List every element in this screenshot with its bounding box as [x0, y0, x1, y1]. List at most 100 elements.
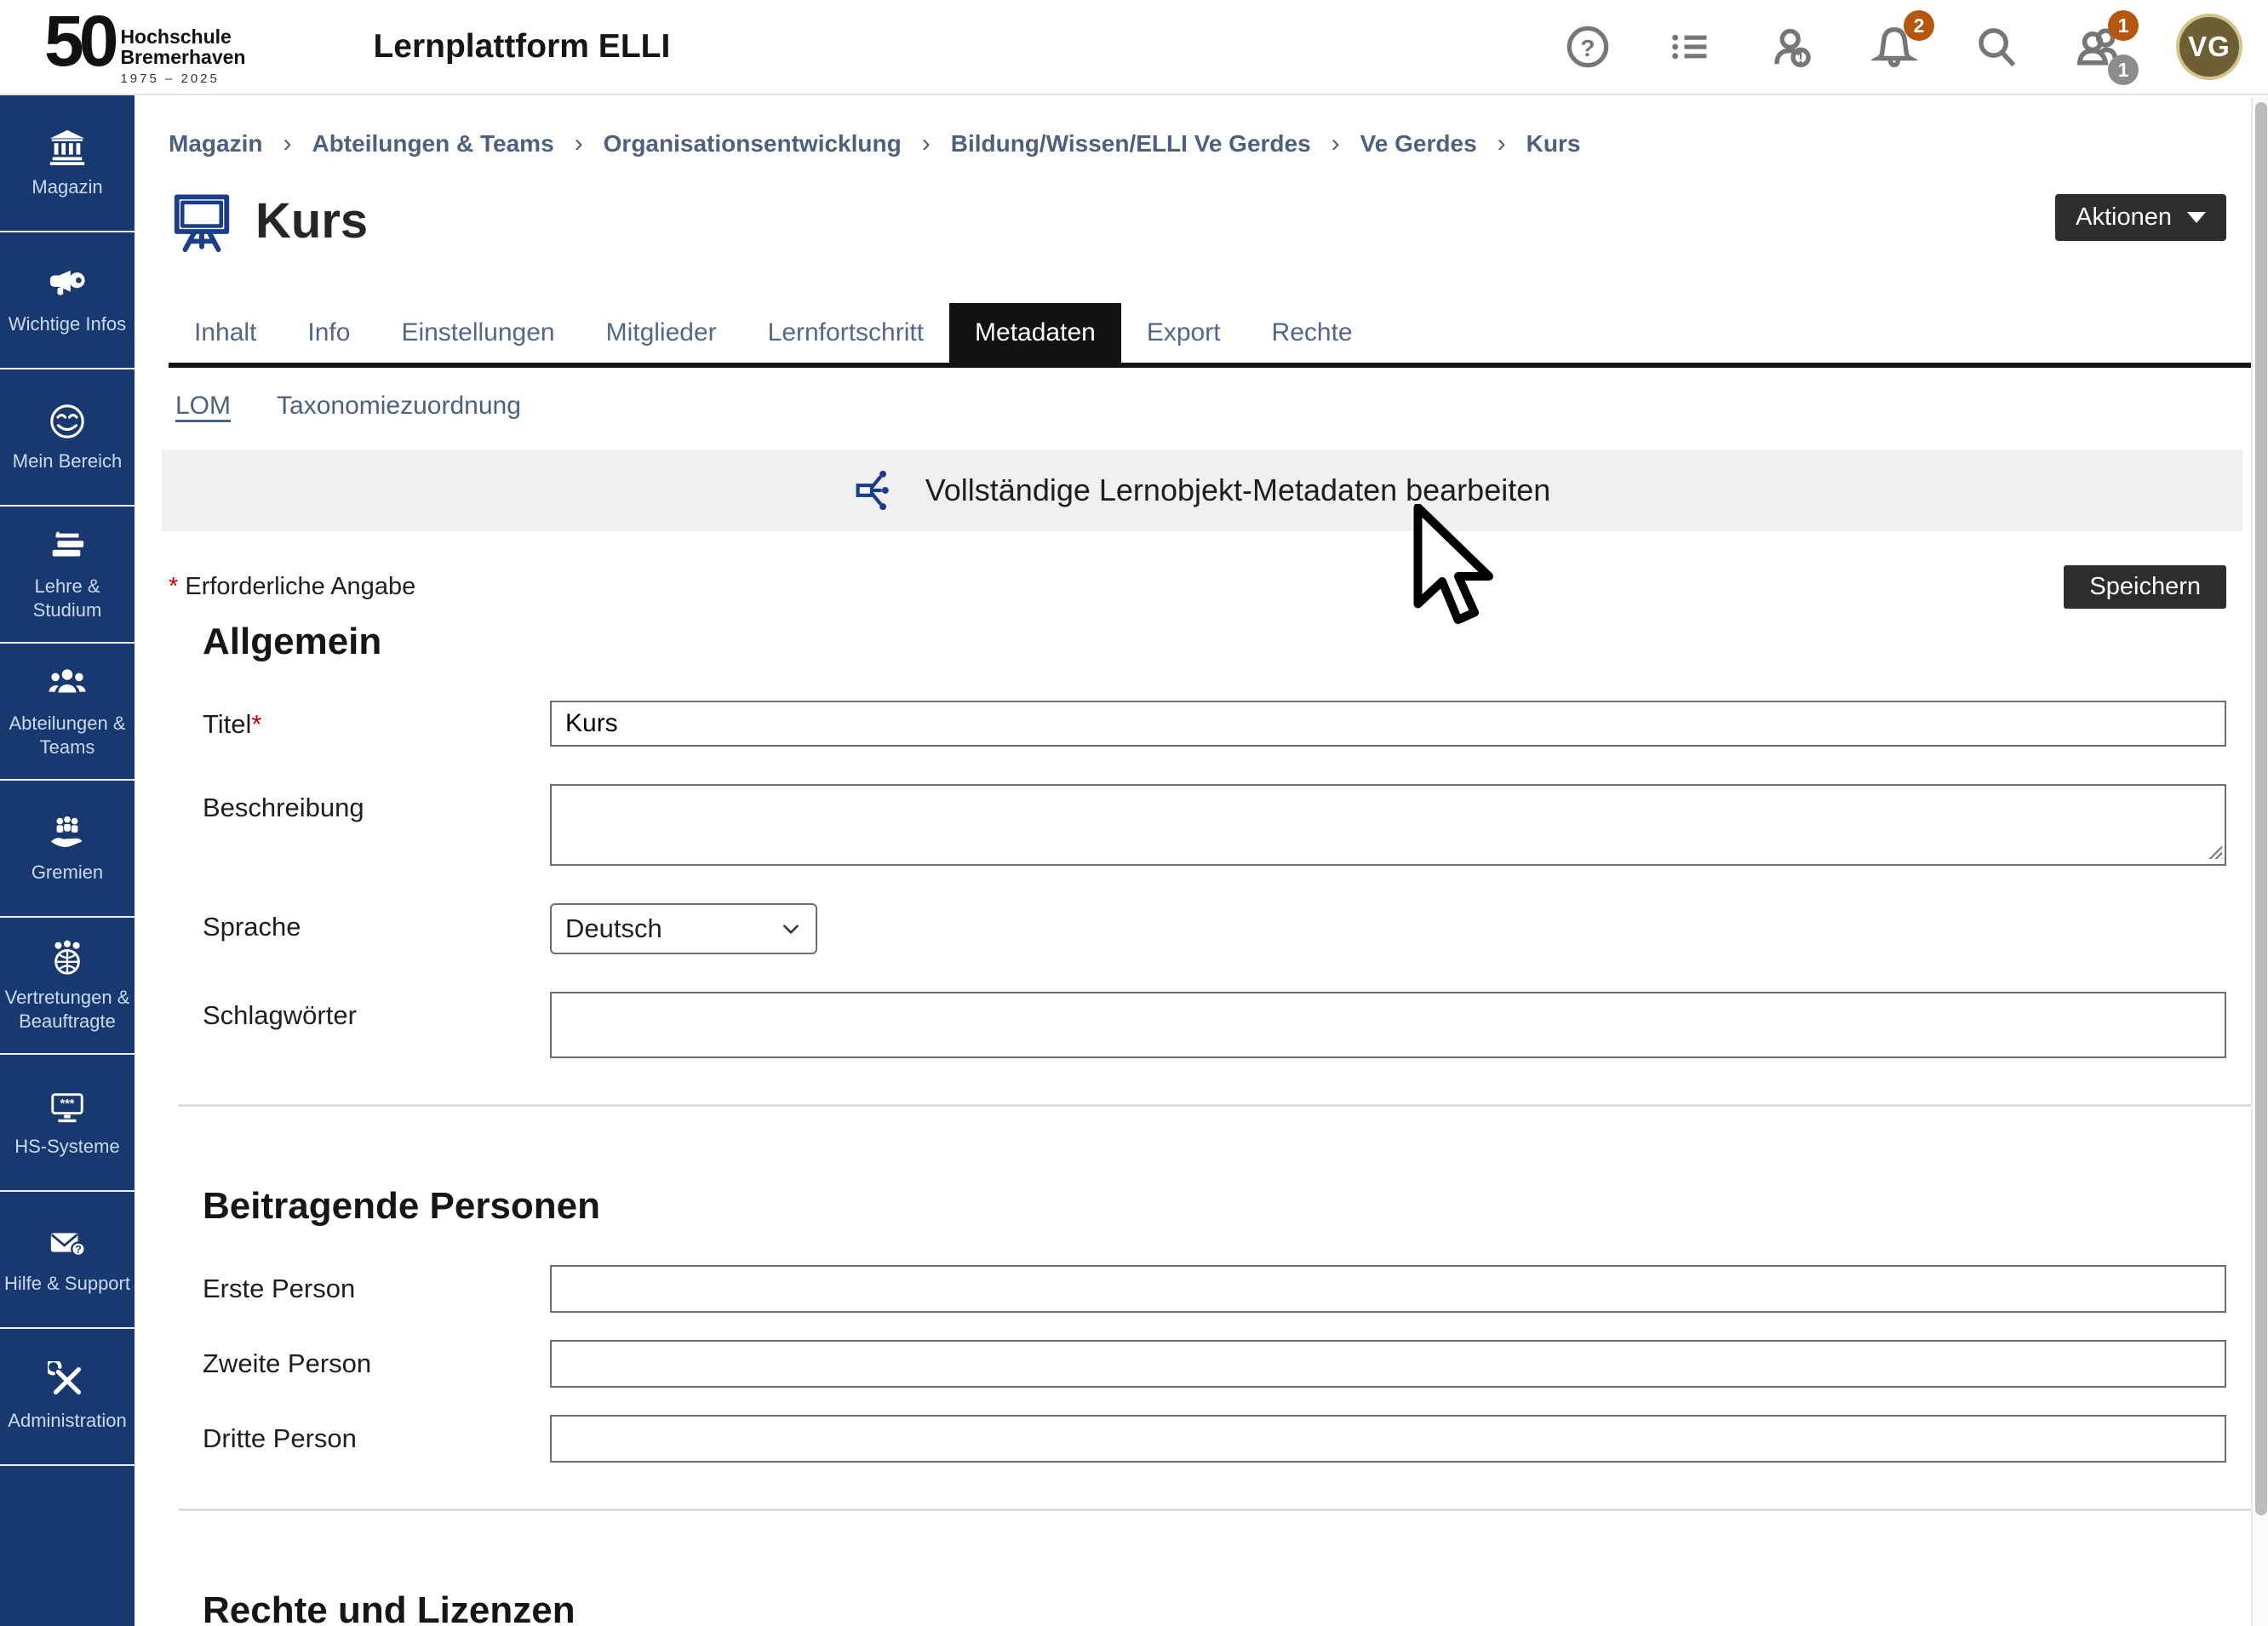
contacts-button[interactable]: 1 1 — [2074, 22, 2123, 72]
form-row-schlagwoerter: Schlagwörter — [169, 992, 2226, 1058]
header-icons: ? ! — [1563, 14, 2242, 80]
sidebar-item-lehre-studium[interactable]: Lehre & Studium — [0, 507, 135, 644]
form-row-beschreibung: Beschreibung — [169, 784, 2226, 866]
aktionen-button[interactable]: Aktionen — [2055, 194, 2226, 241]
sidebar-item-gremien[interactable]: Gremien — [0, 781, 135, 918]
zweite-person-label: Zweite Person — [169, 1340, 550, 1379]
schlagwoerter-label: Schlagwörter — [169, 992, 550, 1031]
tab-export[interactable]: Export — [1121, 303, 1246, 363]
sidebar-item-administration[interactable]: Administration — [0, 1329, 135, 1466]
sidebar-item-hilfe-support[interactable]: ? Hilfe & Support — [0, 1192, 135, 1329]
tools-icon — [48, 1361, 87, 1400]
breadcrumb-separator: › — [283, 129, 291, 158]
breadcrumb-item-abteilungen[interactable]: Abteilungen & Teams — [312, 130, 553, 157]
avatar[interactable]: VG — [2176, 14, 2242, 80]
required-asterisk: * — [169, 573, 178, 600]
help-button[interactable]: ? — [1563, 22, 1612, 72]
books-icon — [48, 527, 87, 566]
form-row-titel: Titel* — [169, 701, 2226, 747]
tab-info[interactable]: Info — [282, 303, 375, 363]
sidebar-item-label: Mein Bereich — [13, 449, 122, 473]
app-title: Lernplattform ELLI — [373, 28, 670, 66]
form-row-erste-person: Erste Person — [169, 1265, 2226, 1313]
top-header: 50 Hochschule Bremerhaven 1975 – 2025 Le… — [0, 0, 2268, 95]
beschreibung-textarea[interactable] — [550, 784, 2226, 866]
sidebar-item-abteilungen-teams[interactable]: Abteilungen & Teams — [0, 644, 135, 781]
logo-line1: Hochschule — [120, 26, 245, 48]
subtabs: LOM Taxonomiezuordnung — [169, 368, 2226, 421]
scrollbar-thumb[interactable] — [2255, 102, 2267, 1515]
search-button[interactable] — [1972, 22, 2021, 72]
sidebar-item-label: Gremien — [32, 861, 103, 885]
tab-mitglieder[interactable]: Mitglieder — [581, 303, 742, 363]
sidebar-item-vertretungen-beauftragte[interactable]: Vertretungen & Beauftragte — [0, 918, 135, 1055]
hochschule-logo[interactable]: 50 Hochschule Bremerhaven 1975 – 2025 — [44, 8, 245, 87]
breadcrumb-item-organisationsentwicklung[interactable]: Organisationsentwicklung — [604, 130, 902, 157]
sidebar: Magazin Wichtige Infos Mein Bereich — [0, 95, 135, 1626]
svg-text:?: ? — [75, 1244, 82, 1256]
committee-icon — [48, 813, 87, 852]
dritte-person-input[interactable] — [550, 1415, 2226, 1463]
form-row-sprache: Sprache Deutsch — [169, 903, 2226, 954]
user-status-icon: ! — [1769, 24, 1815, 70]
logo-line2: Bremerhaven — [120, 47, 245, 68]
sidebar-item-wichtige-infos[interactable]: Wichtige Infos — [0, 232, 135, 369]
notifications-button[interactable]: 2 — [1870, 22, 1919, 72]
breadcrumb-item-magazin[interactable]: Magazin — [169, 130, 262, 157]
logo-50: 50 — [44, 8, 113, 76]
banner-label: Vollständige Lernobjekt-Metadaten bearbe… — [925, 472, 1551, 508]
sprache-select[interactable]: Deutsch — [550, 903, 817, 954]
contacts-badge-total: 1 — [2108, 54, 2139, 85]
sidebar-item-magazin[interactable]: Magazin — [0, 95, 135, 232]
breadcrumb-item-kurs[interactable]: Kurs — [1526, 130, 1581, 157]
tab-lernfortschritt[interactable]: Lernfortschritt — [742, 303, 949, 363]
titel-required-asterisk: * — [251, 709, 261, 739]
megaphone-icon — [48, 265, 87, 304]
screen: 50 Hochschule Bremerhaven 1975 – 2025 Le… — [0, 0, 2268, 1626]
breadcrumb-item-bildung-wissen[interactable]: Bildung/Wissen/ELLI Ve Gerdes — [951, 130, 1311, 157]
form-row-zweite-person: Zweite Person — [169, 1340, 2226, 1388]
logo-years: 1975 – 2025 — [120, 72, 245, 86]
tabbar: Inhalt Info Einstellungen Mitglieder Ler… — [169, 303, 2252, 368]
mail-question-icon: ? — [48, 1224, 87, 1263]
breadcrumb-item-ve-gerdes[interactable]: Ve Gerdes — [1360, 130, 1477, 157]
sidebar-item-label: Abteilungen & Teams — [4, 712, 130, 759]
monitor-icon: *** — [48, 1087, 87, 1126]
sidebar-item-label: Administration — [8, 1409, 126, 1433]
list-icon — [1668, 25, 1712, 69]
tab-inhalt[interactable]: Inhalt — [169, 303, 282, 363]
section-heading-beitragende: Beitragende Personen — [203, 1185, 2226, 1228]
sidebar-item-label: HS-Systeme — [14, 1135, 119, 1159]
list-button[interactable] — [1665, 22, 1715, 72]
speichern-button[interactable]: Speichern — [2064, 565, 2226, 609]
subtab-lom[interactable]: LOM — [175, 392, 231, 421]
scrollbar[interactable] — [2251, 97, 2268, 1626]
sidebar-item-label: Hilfe & Support — [4, 1272, 130, 1296]
svg-text:?: ? — [1580, 35, 1595, 61]
edit-full-metadata-button[interactable]: Vollständige Lernobjekt-Metadaten bearbe… — [162, 449, 2242, 531]
tab-einstellungen[interactable]: Einstellungen — [375, 303, 580, 363]
erste-person-input[interactable] — [550, 1265, 2226, 1313]
sprache-selected-value: Deutsch — [565, 913, 662, 944]
section-divider — [179, 1509, 2252, 1511]
breadcrumb-separator: › — [1332, 129, 1340, 158]
sidebar-item-mein-bereich[interactable]: Mein Bereich — [0, 369, 135, 507]
subtab-taxonomiezuordnung[interactable]: Taxonomiezuordnung — [277, 392, 521, 421]
main-content: Magazin › Abteilungen & Teams › Organisa… — [135, 95, 2268, 1626]
zweite-person-input[interactable] — [550, 1340, 2226, 1388]
caret-down-icon — [2187, 212, 2206, 223]
user-status-button[interactable]: ! — [1767, 22, 1817, 72]
chevron-down-icon — [780, 918, 802, 940]
svg-text:***: *** — [60, 1097, 75, 1111]
tab-metadaten[interactable]: Metadaten — [949, 303, 1121, 363]
schlagwoerter-input[interactable] — [550, 992, 2226, 1058]
sidebar-item-hs-systeme[interactable]: *** HS-Systeme — [0, 1055, 135, 1192]
help-icon: ? — [1566, 25, 1610, 69]
globe-people-icon — [48, 938, 87, 977]
titel-input[interactable] — [550, 701, 2226, 747]
sidebar-item-label: Wichtige Infos — [9, 312, 126, 336]
tab-rechte[interactable]: Rechte — [1246, 303, 1378, 363]
section-heading-rechte: Rechte und Lizenzen — [203, 1589, 2226, 1626]
page-title: Kurs — [255, 192, 368, 249]
beschreibung-label: Beschreibung — [169, 784, 550, 823]
